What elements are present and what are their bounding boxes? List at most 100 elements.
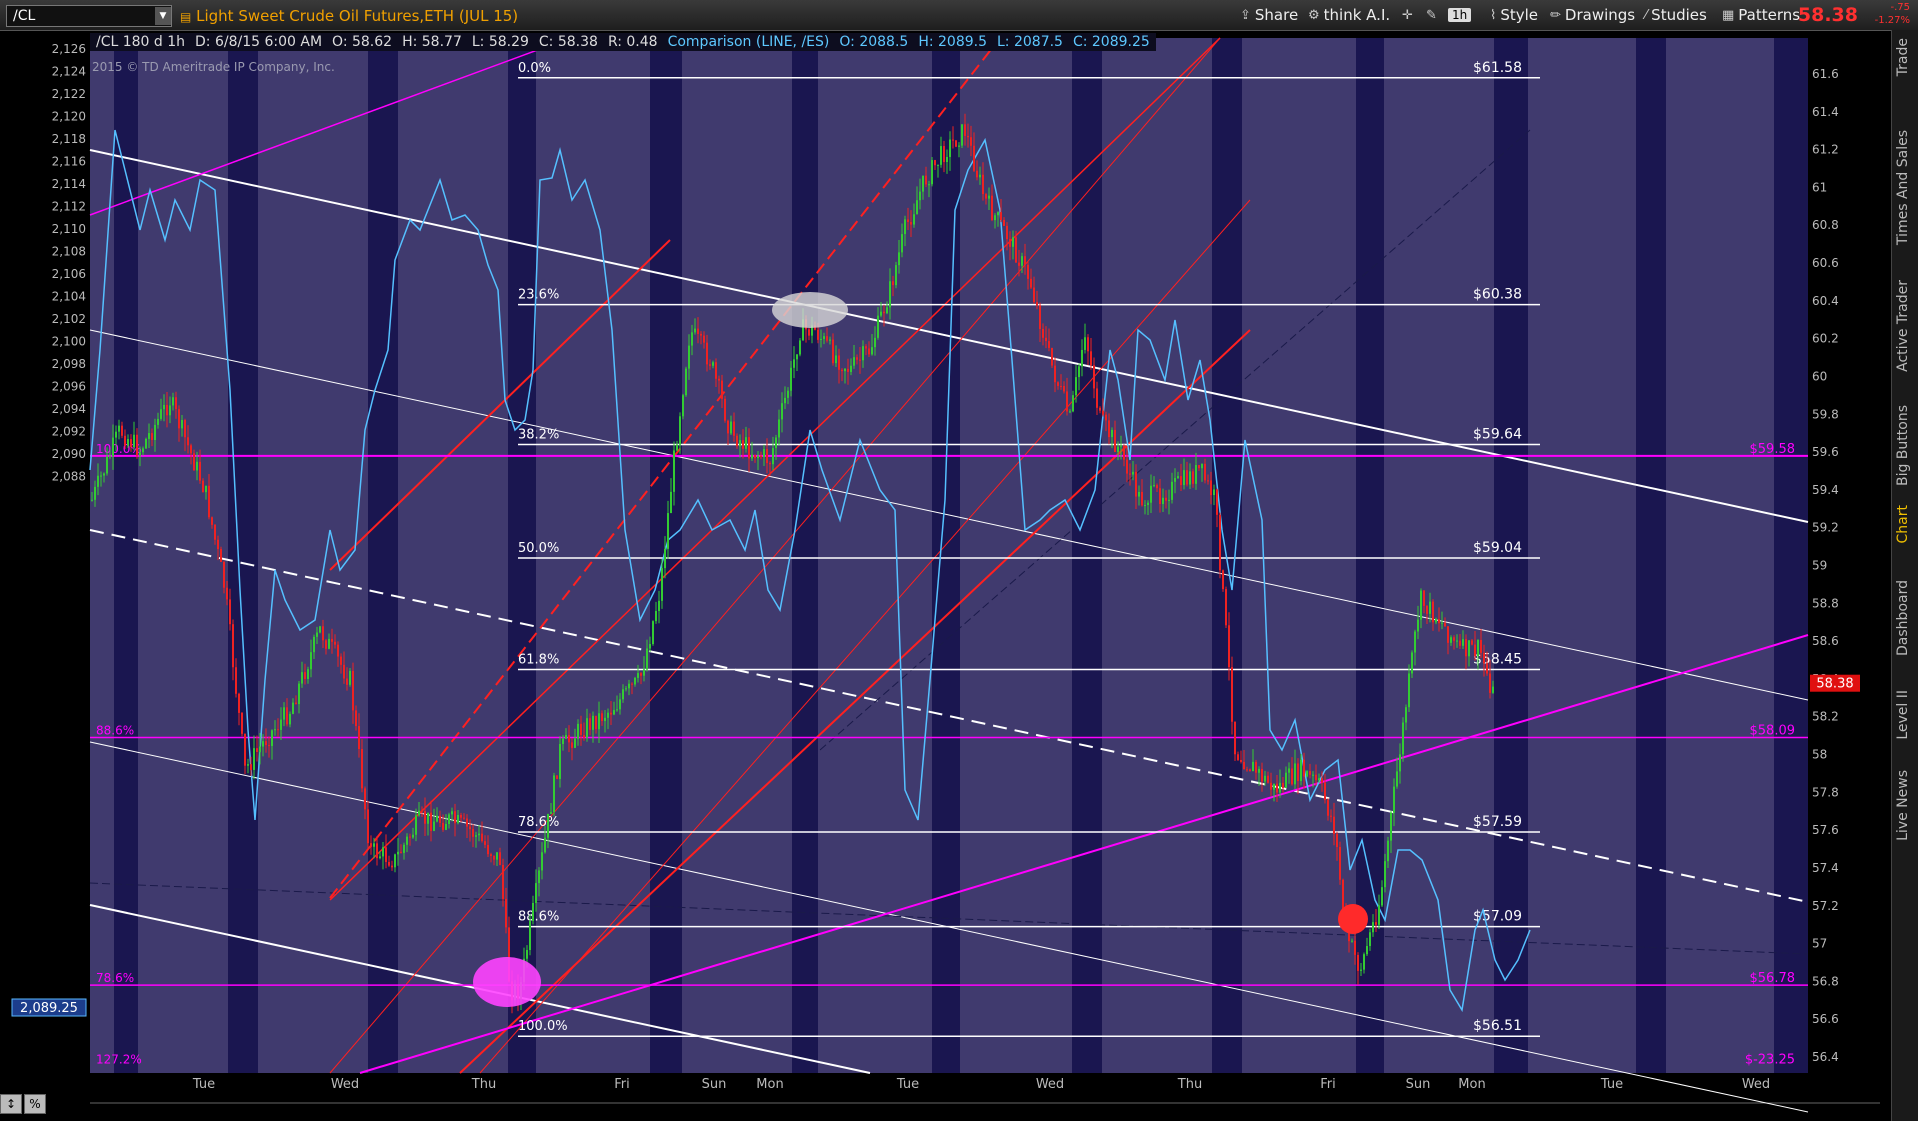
side-tab-live-news[interactable]: Live News [1895, 770, 1911, 841]
candle-body [1141, 491, 1143, 506]
candle-body [1432, 601, 1434, 623]
candle-body [100, 475, 102, 477]
percent-button[interactable]: % [24, 1094, 46, 1114]
candle-body [214, 524, 216, 540]
info-cmp-close: C: 2089.25 [1072, 34, 1150, 50]
candle-body [1309, 771, 1311, 775]
candle-body [172, 397, 174, 406]
candle-body [199, 461, 201, 481]
candle-body [307, 669, 309, 679]
chart-info-bar: /CL 180 d 1h D: 6/8/15 6:00 AM O: 58.62 … [90, 33, 1156, 51]
candle-body [859, 359, 861, 361]
x-axis-label: Sun [1406, 1077, 1431, 1092]
symbol-input[interactable]: /CL [7, 8, 155, 24]
left-axis-tick: 2,090 [52, 447, 86, 461]
candle-body [1477, 640, 1479, 657]
candle-body [769, 463, 771, 465]
candle-body [586, 718, 588, 738]
candle-body [664, 548, 666, 569]
candle-body [877, 315, 879, 338]
session-band [368, 38, 398, 1073]
candle-body [169, 405, 171, 416]
candle-body [1357, 954, 1359, 971]
think-ai-button[interactable]: ⚙ think A.I. [1308, 5, 1390, 25]
candle-body [217, 539, 219, 550]
candle-body [1492, 686, 1494, 693]
timeframe-button[interactable]: 1h [1448, 5, 1472, 25]
candle-body [739, 440, 741, 447]
candle-body [892, 281, 894, 286]
candle-body [835, 355, 837, 364]
studies-button[interactable]: ⁄ Studies [1645, 5, 1707, 25]
candle-body [871, 347, 873, 355]
side-tab-big-buttons[interactable]: Big Buttons [1895, 405, 1911, 486]
candle-body [649, 644, 651, 649]
candle-body [391, 865, 393, 868]
candle-body [1396, 771, 1398, 787]
candle-body [487, 844, 489, 855]
candle-body [142, 448, 144, 453]
candle-body [139, 452, 141, 456]
wrench-icon: ✎ [1426, 7, 1437, 23]
candle-body [241, 712, 243, 734]
candle-body [1234, 721, 1236, 755]
fib-level-pct: 78.6% [518, 815, 559, 830]
fib-level-pct: 61.8% [518, 652, 559, 667]
candle-body [1162, 497, 1164, 505]
candle-body [418, 810, 420, 816]
drawings-button[interactable]: ✏ Drawings [1550, 5, 1635, 25]
candle-body [1093, 365, 1095, 389]
candle-body [463, 817, 465, 819]
candle-body [544, 837, 546, 853]
candle-body [1042, 328, 1044, 338]
patterns-button[interactable]: ▦ Patterns [1722, 5, 1800, 25]
candle-body [949, 139, 951, 157]
scroll-button[interactable]: ↕ [0, 1094, 22, 1114]
side-tab-times-and-sales[interactable]: Times And Sales [1895, 130, 1911, 245]
side-tab-level-ii[interactable]: Level II [1895, 690, 1911, 740]
candle-body [907, 219, 909, 223]
candle-body [385, 847, 387, 862]
candle-body [901, 234, 903, 253]
side-tab-trade[interactable]: Trade [1895, 38, 1911, 76]
candle-body [475, 835, 477, 837]
candle-body [259, 746, 261, 752]
fib-level-price: $57.59 [1473, 814, 1522, 830]
candle-body [1120, 445, 1122, 447]
candle-body [1321, 778, 1323, 783]
side-tab-chart[interactable]: Chart [1895, 505, 1911, 543]
share-icon: ⇪ [1240, 7, 1251, 23]
left-axis-tick: 2,122 [52, 87, 86, 101]
candle-body [442, 822, 444, 830]
side-tab-active-trader[interactable]: Active Trader [1895, 280, 1911, 372]
candle-body [400, 851, 402, 853]
candle-body [913, 214, 915, 225]
right-axis-tick: 59 [1812, 559, 1827, 573]
patterns-icon: ▦ [1722, 7, 1735, 23]
candle-body [985, 194, 987, 199]
candle-body [1324, 782, 1326, 801]
right-axis-tick: 57.4 [1812, 861, 1839, 875]
candle-body [595, 715, 597, 730]
symbol-selector[interactable]: /CL ▼ [6, 5, 172, 27]
price-chart[interactable]: 2,126 2,124 2,122 2,120 2,118 2,116 2,114 2,112… [0, 30, 1892, 1121]
candle-body [1243, 761, 1245, 770]
candle-body [166, 404, 168, 416]
candle-body [751, 454, 753, 459]
side-tab-dashboard[interactable]: Dashboard [1895, 580, 1911, 656]
candle-body [175, 397, 177, 410]
crosshair-button[interactable]: ✛ [1402, 5, 1413, 25]
wrench-button[interactable]: ✎ [1426, 5, 1437, 25]
candle-body [865, 346, 867, 349]
candle-body [754, 454, 756, 459]
candle-body [346, 678, 348, 685]
candle-body [1147, 502, 1149, 506]
share-button[interactable]: ⇪ Share [1240, 5, 1298, 25]
chevron-down-icon[interactable]: ▼ [155, 7, 171, 25]
style-button[interactable]: ⌇ Style [1490, 5, 1538, 25]
candle-body [1066, 391, 1068, 412]
left-axis-tick: 2,118 [52, 132, 86, 146]
candle-body [622, 689, 624, 700]
candle-body [1312, 774, 1314, 776]
fib-level-pct: 88.6% [518, 910, 559, 925]
